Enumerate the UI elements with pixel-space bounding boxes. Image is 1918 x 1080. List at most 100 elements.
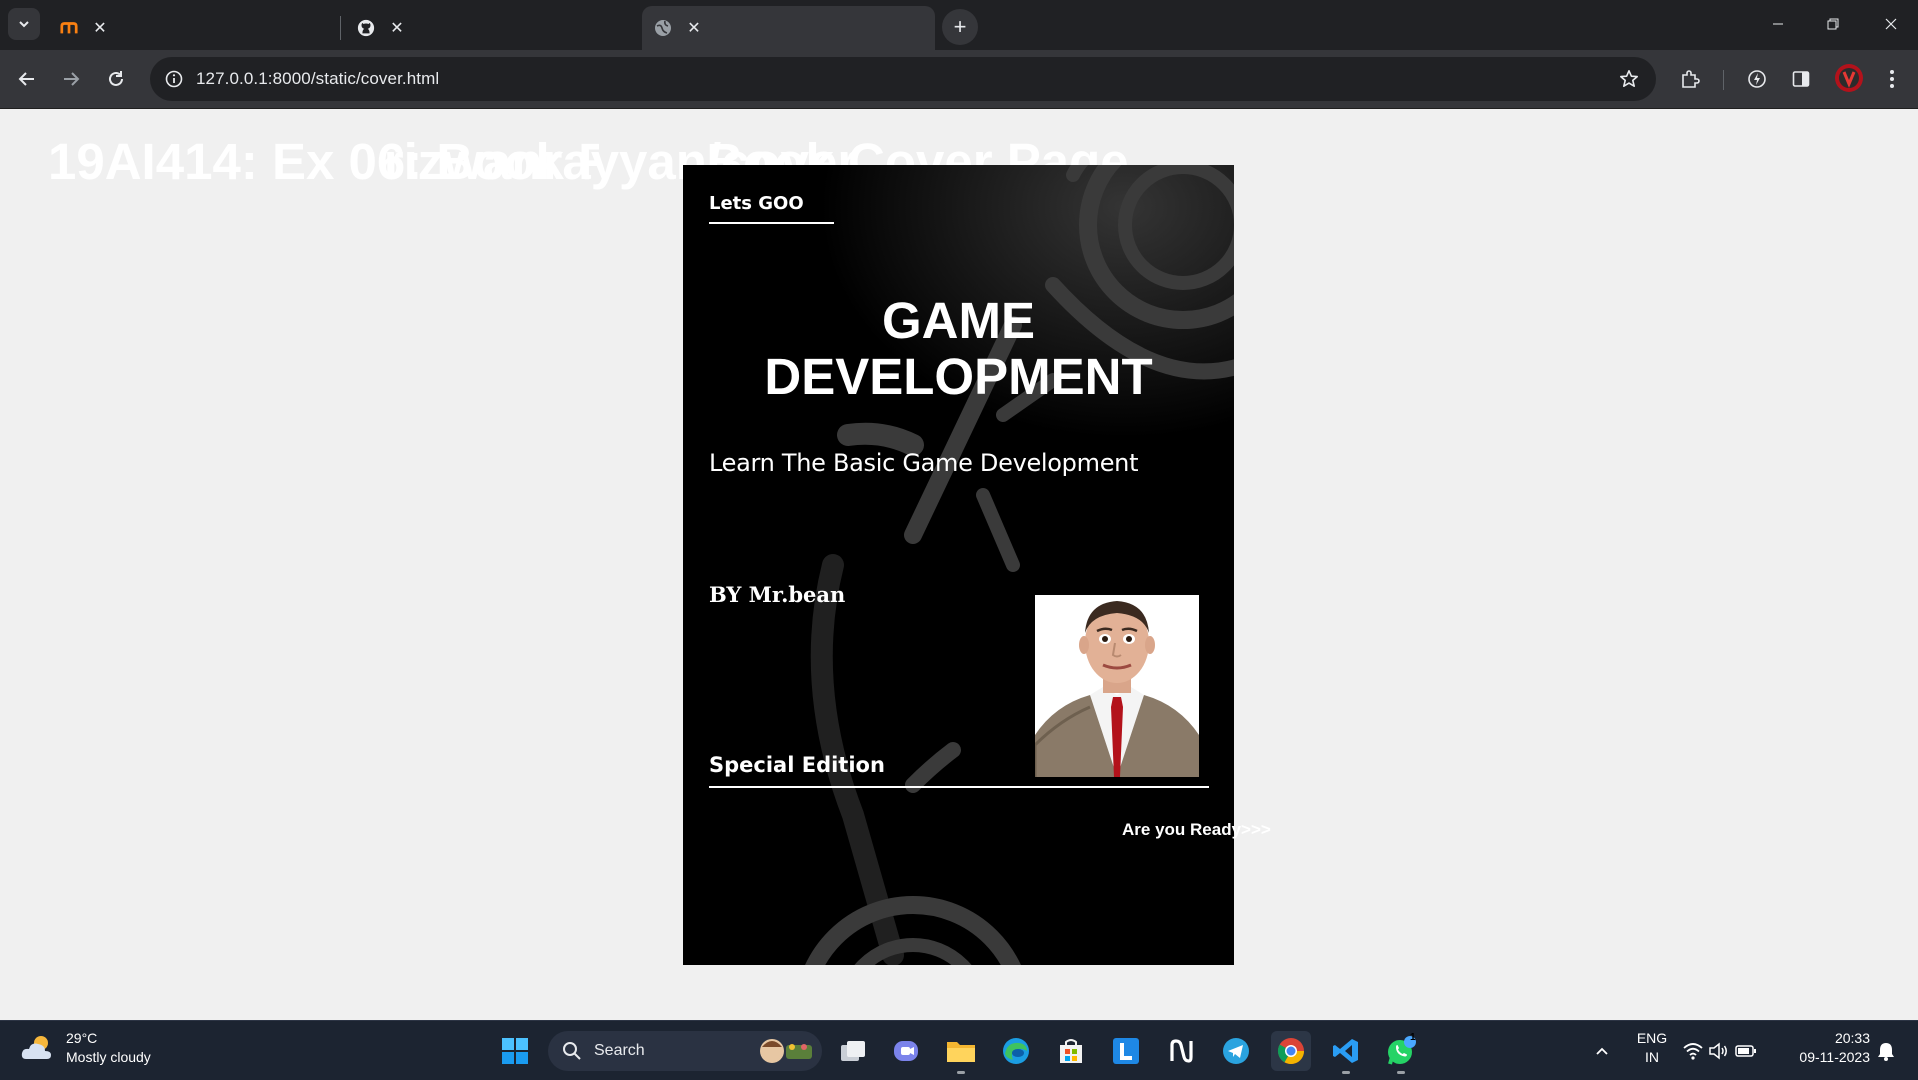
- wifi-icon: [1683, 1043, 1703, 1060]
- chrome-button[interactable]: [1271, 1031, 1311, 1071]
- cover-subtitle: Learn The Basic Game Development: [709, 449, 1139, 477]
- title-line-2: DEVELOPMENT: [764, 348, 1153, 405]
- vscode-button[interactable]: [1326, 1031, 1366, 1074]
- vscode-icon: [1333, 1039, 1358, 1063]
- author-photo: [1035, 595, 1199, 777]
- store-icon: [1060, 1039, 1082, 1063]
- tab-github[interactable]: rizwanrayyan/cover ✕: [345, 6, 857, 190]
- chevron-up-icon: [1596, 1047, 1608, 1055]
- weather-description: Mostly cloudy: [66, 1049, 151, 1065]
- title-line-1: GAME: [882, 292, 1035, 349]
- forward-button[interactable]: [54, 62, 88, 96]
- close-icon[interactable]: ✕: [90, 18, 110, 38]
- notifications-button[interactable]: [1866, 1031, 1906, 1071]
- language-code: ENG: [1636, 1030, 1668, 1046]
- speedometer-icon: [1748, 70, 1766, 88]
- minimize-icon: [1772, 23, 1783, 25]
- taskbar-search[interactable]: Search: [548, 1031, 822, 1071]
- show-hidden-icons-button[interactable]: [1582, 1031, 1622, 1071]
- letter-n-icon: [1170, 1039, 1193, 1063]
- performance-button[interactable]: [1740, 62, 1774, 96]
- windows-icon: [502, 1038, 528, 1064]
- clock-time: 20:33: [1834, 1030, 1870, 1046]
- browser-tab-bar: 19AI414: Ex 06: Book Front Cov ✕ rizwanr…: [0, 0, 1918, 190]
- site-info-icon[interactable]: [160, 65, 188, 93]
- edge-button[interactable]: [996, 1031, 1036, 1071]
- volume-icon: [1709, 1042, 1727, 1060]
- region-code: IN: [1645, 1049, 1659, 1065]
- edge-icon: [1003, 1038, 1029, 1064]
- close-icon[interactable]: ✕: [387, 18, 407, 38]
- letter-l-icon: [1113, 1038, 1139, 1064]
- reload-icon: [109, 71, 123, 86]
- profile-avatar[interactable]: [1835, 64, 1863, 92]
- notification-badge: 1: [1410, 1032, 1416, 1043]
- restore-icon: [1827, 18, 1838, 30]
- moodle-icon: [60, 19, 78, 37]
- clock-date: 09-11-2023: [1799, 1049, 1870, 1065]
- bookmark-star-icon[interactable]: [1616, 66, 1642, 92]
- chrome-icon: [1277, 1038, 1305, 1065]
- reload-button[interactable]: [99, 62, 133, 96]
- close-window-button[interactable]: [1863, 0, 1918, 48]
- cover-call-to-action: Are you Ready>>>: [1122, 820, 1271, 839]
- close-icon: [1885, 18, 1896, 30]
- file-explorer-button[interactable]: [941, 1031, 981, 1074]
- telegram-button[interactable]: [1216, 1031, 1256, 1071]
- side-panel-button[interactable]: [1784, 62, 1818, 96]
- teams-chat-button[interactable]: [886, 1031, 926, 1071]
- menu-button[interactable]: [1875, 62, 1909, 96]
- weather-widget[interactable]: 29°C Mostly cloudy: [20, 1029, 151, 1067]
- browser-toolbar: 127.0.0.1:8000/static/cover.html: [0, 50, 1918, 109]
- task-view-icon: [841, 1041, 865, 1061]
- github-icon: [357, 19, 375, 37]
- quick-settings-button[interactable]: [1680, 1031, 1760, 1071]
- url-text[interactable]: 127.0.0.1:8000/static/cover.html: [196, 69, 439, 89]
- cover-author: BY Mr.bean: [709, 582, 846, 607]
- address-bar[interactable]: 127.0.0.1:8000/static/cover.html: [150, 57, 1656, 101]
- cover-title: GAME DEVELOPMENT: [683, 293, 1234, 405]
- restore-button[interactable]: [1805, 0, 1860, 48]
- arrow-right-icon: [64, 72, 80, 86]
- cover-background-art: [683, 165, 1234, 965]
- tab-moodle[interactable]: 19AI414: Ex 06: Book Front Cov ✕: [48, 6, 599, 190]
- plus-icon: +: [953, 14, 967, 39]
- language-indicator[interactable]: ENG IN: [1632, 1029, 1672, 1067]
- cover-edition: Special Edition: [709, 753, 885, 777]
- folder-icon: [947, 1042, 975, 1062]
- avatar-icon: [1839, 68, 1859, 88]
- bell-icon: [1878, 1043, 1894, 1061]
- microsoft-store-button[interactable]: [1051, 1031, 1091, 1071]
- back-button[interactable]: [10, 62, 44, 96]
- extensions-button[interactable]: [1673, 62, 1707, 96]
- clock[interactable]: 20:33 09-11-2023: [1780, 1029, 1870, 1067]
- arrow-left-icon: [18, 72, 34, 86]
- edition-underline: [709, 786, 1209, 788]
- search-label: Search: [594, 1042, 645, 1059]
- close-icon[interactable]: ✕: [684, 18, 704, 38]
- cover-tagline: Lets GOO: [709, 193, 804, 214]
- more-vertical-icon: [1890, 70, 1894, 88]
- side-panel-icon: [1792, 71, 1810, 87]
- whatsapp-button[interactable]: 1: [1381, 1031, 1421, 1074]
- app-l-button[interactable]: [1106, 1031, 1146, 1071]
- tab-book-cover[interactable]: Book Cover Page ✕: [642, 6, 1129, 190]
- search-highlight-icon: [760, 1039, 812, 1063]
- weather-temperature: 29°C: [66, 1030, 98, 1046]
- search-icon: [563, 1042, 581, 1060]
- tagline-underline: [709, 222, 834, 224]
- start-button[interactable]: [495, 1031, 535, 1071]
- toolbar-divider: [1723, 70, 1724, 90]
- task-view-button[interactable]: [833, 1031, 873, 1071]
- cloudy-weather-icon: [21, 1036, 51, 1059]
- puzzle-icon: [1682, 70, 1700, 88]
- book-cover: Lets GOO GAME DEVELOPMENT Learn The Basi…: [683, 165, 1271, 965]
- telegram-icon: [1223, 1038, 1249, 1064]
- minimize-button[interactable]: [1750, 0, 1805, 48]
- tab-search-button[interactable]: [8, 8, 40, 40]
- chat-icon: [894, 1041, 918, 1061]
- new-tab-button[interactable]: +: [942, 9, 978, 45]
- battery-icon: [1735, 1045, 1756, 1057]
- app-n-button[interactable]: [1161, 1031, 1201, 1071]
- chevron-down-icon: [19, 21, 29, 28]
